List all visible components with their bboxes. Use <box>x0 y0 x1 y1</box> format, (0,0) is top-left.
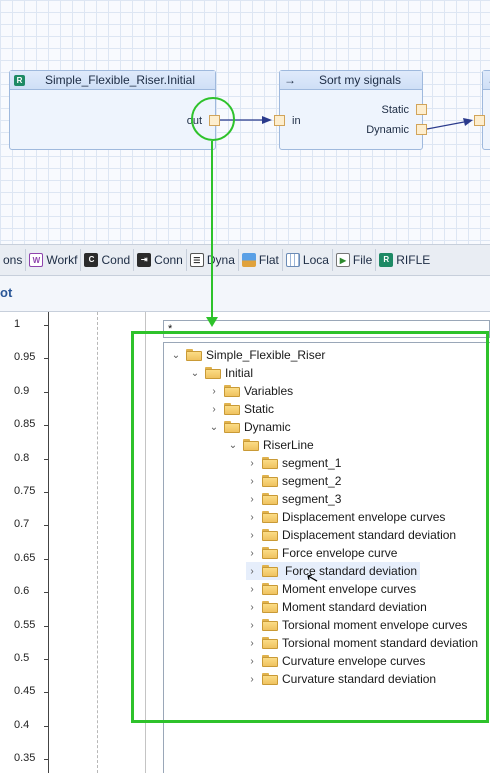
y-tick-mark <box>44 391 48 393</box>
connection-lines <box>220 116 473 130</box>
tab-label: File <box>352 253 373 267</box>
workflow-icon: W <box>29 253 44 267</box>
y-tick-mark <box>44 358 48 360</box>
y-tick-label: 0.75 <box>14 485 36 497</box>
file-icon: ▶ <box>335 253 350 267</box>
connector-icon: ⇥ <box>137 253 152 267</box>
y-tick-label: 0.95 <box>14 351 36 364</box>
y-tick-mark <box>44 625 48 627</box>
y-axis <box>48 312 49 773</box>
tab-label: Cond <box>101 253 131 267</box>
tab-workflow[interactable]: W Workf <box>26 249 82 271</box>
y-tick-label: 0.8 <box>14 451 30 464</box>
y-tick-mark <box>44 425 48 427</box>
panel-title: ot <box>0 285 13 300</box>
y-tick-mark <box>44 325 48 326</box>
tab-local[interactable]: Loca <box>283 249 333 271</box>
callout-arrow-head <box>206 317 218 327</box>
workflow-canvas[interactable]: R Simple_Flexible_Riser.Initial out → So… <box>0 0 490 244</box>
y-tick-label: 0.6 <box>14 585 30 598</box>
y-tick-label: 0.55 <box>14 618 36 631</box>
y-tick-mark <box>44 525 48 527</box>
y-tick-label: 0.4 <box>14 718 30 731</box>
y-tick-label: 1 <box>14 318 21 330</box>
tab-connector[interactable]: ⇥ Conn <box>134 249 187 271</box>
y-tick-label: 0.5 <box>14 652 30 664</box>
tab-flat[interactable]: Flat <box>239 249 283 271</box>
y-tick-mark <box>44 759 48 761</box>
tab-label: Conn <box>154 253 183 267</box>
tab-label: RIFLE <box>396 253 431 267</box>
y-tick-mark <box>44 725 48 727</box>
tool-tab-strip: ons W Workf C Cond ⇥ Conn ☰ Dyna Flat Lo… <box>0 244 490 276</box>
y-tick-mark <box>44 692 48 694</box>
dynamic-icon: ☰ <box>189 253 204 267</box>
y-tick-mark <box>44 492 48 493</box>
y-tick-mark <box>44 558 48 560</box>
tab-options[interactable]: ons <box>0 249 27 271</box>
tab-label: Flat <box>258 253 279 267</box>
y-tick-label: 0.45 <box>14 685 36 698</box>
y-tick-mark <box>44 659 48 660</box>
y-tick-label: 0.65 <box>14 551 36 564</box>
condition-icon: C <box>84 253 99 267</box>
tab-label: Workf <box>46 253 78 267</box>
callout-box <box>131 331 489 723</box>
tab-condition[interactable]: C Cond <box>81 249 135 271</box>
local-icon <box>285 253 300 267</box>
tab-file[interactable]: ▶ File <box>333 249 377 271</box>
tab-label: ons <box>3 253 23 267</box>
tab-label: Loca <box>302 253 329 267</box>
callout-arrow-line <box>211 141 213 319</box>
callout-circle <box>191 97 235 141</box>
y-tick-label: 0.35 <box>14 752 36 765</box>
y-tick-label: 0.85 <box>14 418 36 431</box>
y-tick-mark <box>44 592 48 594</box>
y-tick-mark <box>44 458 48 460</box>
tab-riflex[interactable]: R RIFLE <box>376 249 433 271</box>
panel-title-bar: ot <box>0 276 490 312</box>
riflex-icon: R <box>379 253 394 267</box>
flat-icon <box>241 253 256 267</box>
y-tick-label: 0.9 <box>14 384 30 397</box>
grid-line <box>97 312 98 773</box>
y-tick-label: 0.7 <box>14 518 30 531</box>
